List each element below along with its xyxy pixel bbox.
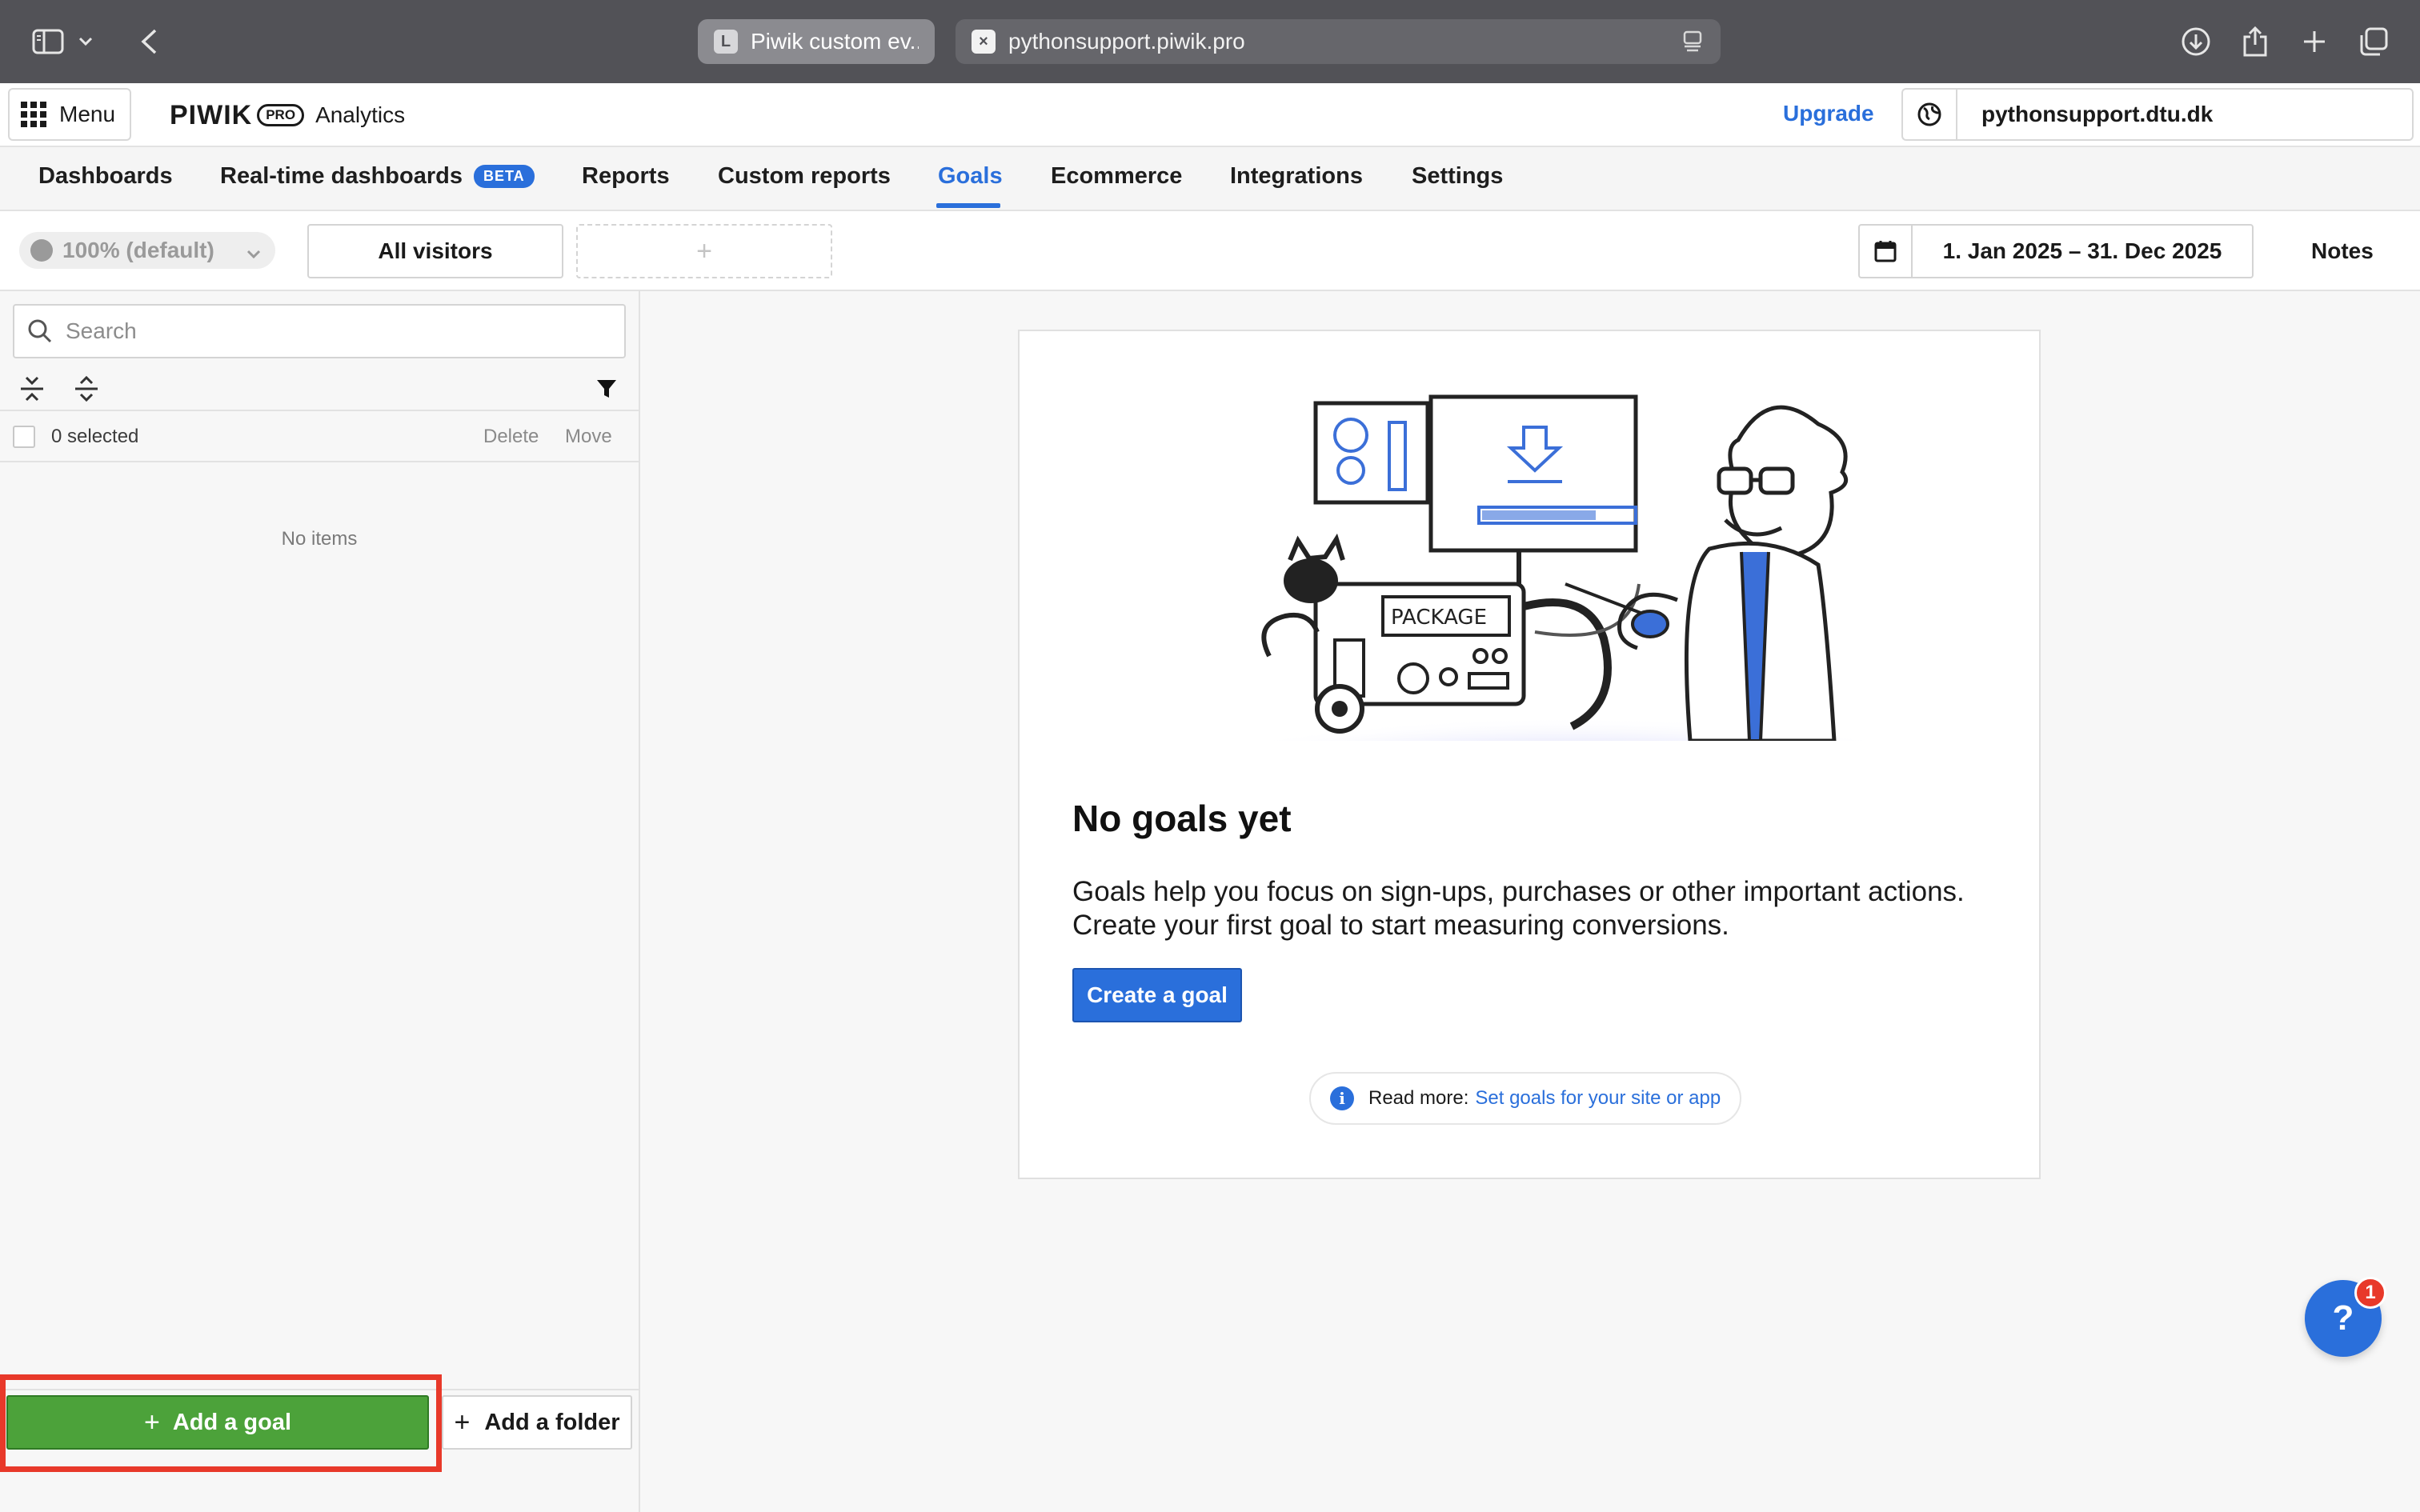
nav-item-ecommerce[interactable]: Ecommerce [1051, 163, 1182, 190]
info-icon: i [1330, 1086, 1354, 1110]
read-more-label: Read more: [1368, 1087, 1469, 1109]
back-icon[interactable] [128, 21, 170, 62]
search-field[interactable] [13, 304, 626, 358]
globe-icon[interactable] [1901, 88, 1956, 141]
add-segment-button[interactable]: + [576, 224, 832, 278]
browser-toolbar: L Piwik custom ev... × pythonsupport.piw… [0, 0, 2420, 83]
main-nav: Dashboards Real-time dashboards BETA Repo… [0, 147, 2420, 211]
active-tab-indicator [936, 203, 1000, 208]
tab-overview-icon[interactable] [2353, 21, 2394, 62]
nav-item-custom-reports[interactable]: Custom reports [718, 163, 891, 190]
collapse-all-icon[interactable] [16, 373, 48, 405]
filter-bar: 100% (default) All visitors + 1. Jan 202… [0, 211, 2420, 291]
chevron-down-icon[interactable] [74, 21, 98, 62]
notes-button[interactable]: Notes [2311, 238, 2374, 264]
apps-grid-icon [21, 102, 46, 127]
site-selector[interactable]: pythonsupport.dtu.dk [1956, 88, 2414, 141]
selection-row: 0 selected Delete Move [0, 410, 639, 462]
menu-label: Menu [59, 102, 116, 126]
empty-state-title: No goals yet [1072, 798, 1292, 839]
search-icon [28, 319, 52, 343]
read-more-box: i Read more: Set goals for your site or … [1309, 1072, 1742, 1125]
goals-sidebar: 0 selected Delete Move No items + Add a … [0, 291, 640, 1512]
nav-item-reports[interactable]: Reports [582, 163, 670, 190]
download-icon[interactable] [2175, 21, 2217, 62]
package-label: PACKAGE [1391, 606, 1487, 630]
sampling-icon [30, 239, 53, 262]
notification-badge: 1 [2354, 1277, 2386, 1309]
nav-item-dashboards[interactable]: Dashboards [38, 163, 173, 190]
sidebar-actions: + Add a goal + Add a folder [0, 1374, 639, 1512]
read-more-link[interactable]: Set goals for your site or app [1475, 1087, 1721, 1110]
plus-icon: + [454, 1406, 471, 1438]
tab-favicon: L [714, 30, 738, 54]
beta-badge: BETA [473, 165, 535, 188]
calendar-icon[interactable] [1858, 224, 1913, 278]
chevron-down-icon [246, 240, 261, 266]
browser-tab-active[interactable]: L Piwik custom ev... [698, 19, 935, 64]
tab-title: Piwik custom ev... [751, 29, 919, 54]
create-goal-button[interactable]: Create a goal [1072, 968, 1242, 1022]
search-input[interactable] [64, 318, 595, 345]
tab-favicon: × [972, 30, 996, 54]
menu-button[interactable]: Menu [8, 88, 131, 141]
tab-title: pythonsupport.piwik.pro [1008, 29, 1245, 54]
share-icon[interactable] [2234, 21, 2276, 62]
nav-item-goals[interactable]: Goals [938, 163, 1003, 190]
scientist-illustration: PACKAGE [1069, 394, 1993, 741]
plus-icon: + [143, 1406, 160, 1438]
new-tab-icon[interactable] [2294, 21, 2335, 62]
nav-item-integrations[interactable]: Integrations [1230, 163, 1363, 190]
delete-button[interactable]: Delete [483, 426, 539, 448]
empty-state-description: Goals help you focus on sign-ups, purcha… [1072, 876, 1965, 941]
move-button[interactable]: Move [565, 426, 612, 448]
expand-all-icon[interactable] [70, 373, 102, 405]
nav-item-realtime-dashboards[interactable]: Real-time dashboards BETA [220, 163, 535, 190]
upgrade-link[interactable]: Upgrade [1783, 101, 1874, 126]
date-range-picker[interactable]: 1. Jan 2025 – 31. Dec 2025 [1911, 224, 2254, 278]
add-folder-button[interactable]: + Add a folder [442, 1395, 632, 1450]
empty-list-text: No items [281, 528, 358, 550]
app-header: Menu PIWIK PRO Analytics Upgrade pythons… [0, 83, 2420, 147]
sampling-selector[interactable]: 100% (default) [19, 232, 275, 269]
sidebar-toggle-icon[interactable] [27, 21, 69, 62]
empty-state-card: PACKAGE No goals yet Goals help you focu… [1018, 330, 2041, 1179]
select-all-checkbox[interactable] [13, 426, 35, 448]
reader-icon[interactable] [1682, 30, 1703, 58]
piwik-pro-logo[interactable]: PIWIK PRO Analytics [170, 98, 405, 133]
add-goal-button[interactable]: + Add a goal [6, 1395, 429, 1450]
main-content: PACKAGE No goals yet Goals help you focu… [640, 291, 2420, 1512]
selected-count: 0 selected [51, 426, 139, 447]
sidebar-tools [13, 370, 629, 405]
filter-icon[interactable] [591, 373, 623, 405]
browser-tab[interactable]: × pythonsupport.piwik.pro [956, 19, 1721, 64]
nav-item-settings[interactable]: Settings [1412, 163, 1503, 190]
segment-all-visitors[interactable]: All visitors [307, 224, 563, 278]
